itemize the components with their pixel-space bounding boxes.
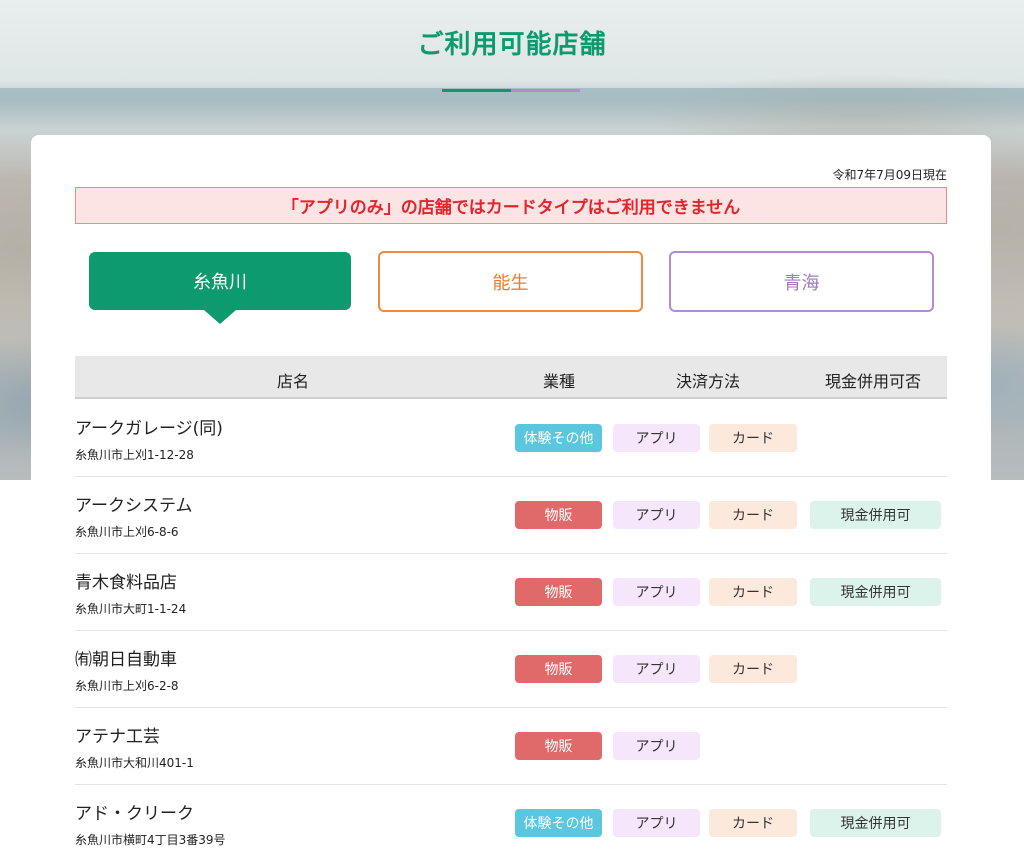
cash-combination-badge: 現金併用可 [810, 809, 941, 837]
business-type-badge: 物販 [515, 501, 602, 529]
header-cash-combination: 現金併用可否 [824, 372, 921, 391]
header-payment-method: 決済方法 [675, 372, 740, 391]
business-type-badge: 物販 [515, 578, 602, 606]
store-name: アークシステム [75, 496, 193, 516]
business-type-badge: 物販 [515, 732, 602, 760]
header-business-type: 業種 [542, 372, 575, 391]
store-table-body: アークガレージ(同) 糸魚川市上刈1-12-28 体験その他 アプリ カード アークシステ… [75, 400, 947, 858]
card-payment-badge: カード [709, 655, 797, 683]
table-row: アド・クリーク糸魚川市横町4丁目3番39号 体験その他 アプリ カード 現金併用可 [75, 785, 947, 858]
table-row: アークガレージ(同) 糸魚川市上刈1-12-28 体験その他 アプリ カード [75, 400, 947, 477]
app-payment-badge: アプリ [613, 578, 700, 606]
app-payment-badge: アプリ [613, 501, 700, 529]
store-name: ㈲朝日自動車 [75, 650, 177, 670]
business-type-badge: 物販 [515, 655, 602, 683]
tab-itoigawa[interactable]: 糸魚川 [89, 252, 351, 324]
store-address: 糸魚川市大町1-1-24 [75, 602, 187, 616]
store-name: 青木食料品店 [75, 573, 177, 593]
card-payment-badge: カード [709, 809, 797, 837]
app-payment-badge: アプリ [613, 732, 700, 760]
business-type-badge: 体験その他 [515, 424, 602, 452]
store-name: アークガレージ(同) [75, 419, 223, 439]
title-underline [442, 89, 580, 92]
card-payment-badge: カード [709, 501, 797, 529]
app-only-notice: 「アプリのみ」の店舗ではカードタイプはご利用できません [75, 187, 947, 224]
store-address: 糸魚川市上刈6-8-6 [75, 525, 179, 539]
table-row: ㈲朝日自動車糸魚川市上刈6-2-8 物販 アプリ カード [75, 631, 947, 708]
store-name: アテナ工芸 [75, 727, 160, 747]
tab-nou[interactable]: 能生 [378, 251, 643, 312]
header-store-name: 店名 [276, 372, 309, 391]
page-title: ご利用可能店舗 [417, 30, 607, 60]
app-payment-badge: アプリ [613, 809, 700, 837]
card-payment-badge: カード [709, 578, 797, 606]
app-payment-badge: アプリ [613, 424, 700, 452]
table-row: 青木食料品店糸魚川市大町1-1-24 物販 アプリ カード 現金併用可 [75, 554, 947, 631]
store-name: アド・クリーク [75, 804, 194, 824]
store-address: 糸魚川市上刈1-12-28 [75, 448, 194, 462]
as-of-date: 令和7年7月09日現在 [832, 168, 947, 182]
table-row: アークシステム糸魚川市上刈6-8-6 物販 アプリ カード 現金併用可 [75, 477, 947, 554]
table-header: 店名 業種 決済方法 現金併用可否 [75, 356, 947, 399]
table-row: アテナ工芸糸魚川市大和川401-1 物販 アプリ [75, 708, 947, 785]
store-address: 糸魚川市大和川401-1 [75, 756, 194, 770]
cash-combination-badge: 現金併用可 [810, 501, 941, 529]
business-type-badge: 体験その他 [515, 809, 602, 837]
store-address: 糸魚川市上刈6-2-8 [75, 679, 179, 693]
store-address: 糸魚川市横町4丁目3番39号 [75, 833, 226, 847]
card-payment-badge: カード [709, 424, 797, 452]
app-payment-badge: アプリ [613, 655, 700, 683]
cash-combination-badge: 現金併用可 [810, 578, 941, 606]
tab-oumi[interactable]: 青海 [669, 251, 934, 312]
